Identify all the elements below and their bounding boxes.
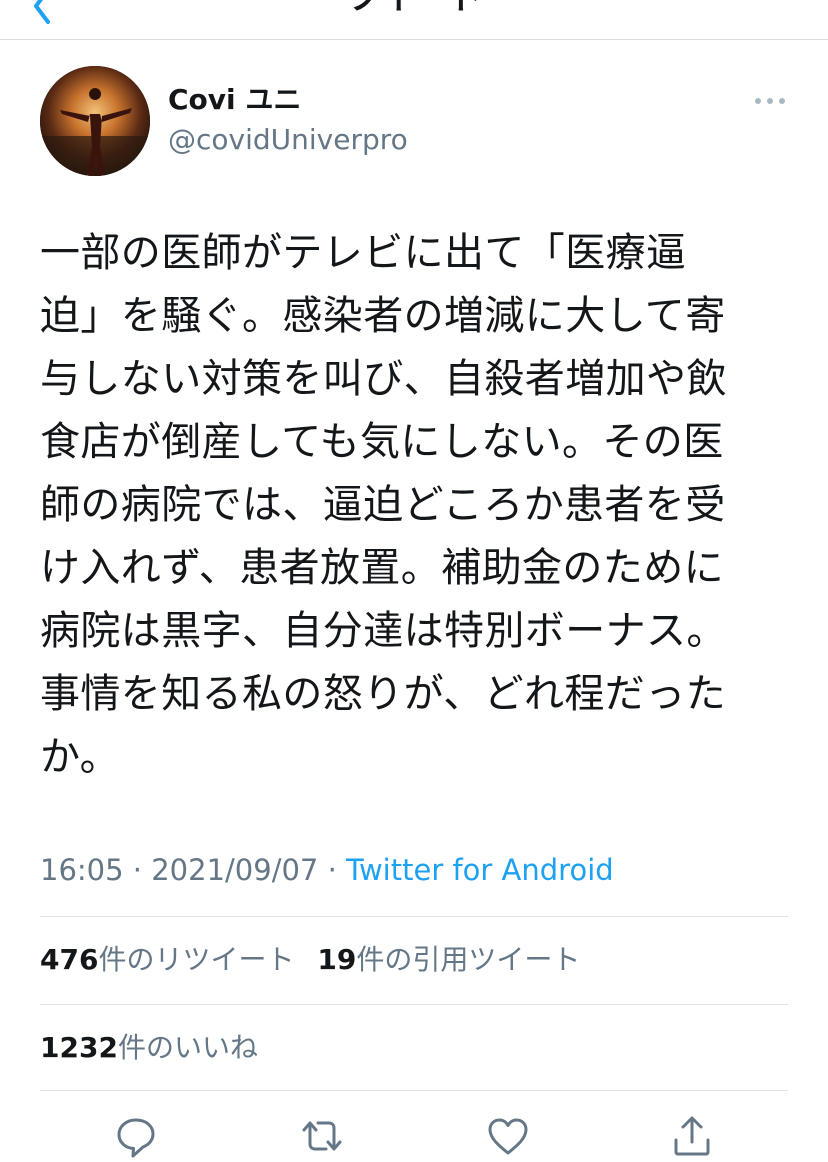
avatar[interactable] — [40, 66, 150, 176]
heart-icon — [488, 1118, 528, 1155]
tweet-date: 2021/09/07 — [151, 853, 319, 887]
share-icon — [674, 1116, 710, 1156]
retweet-icon — [302, 1121, 342, 1151]
retweet-stats-row: 476件のリツイート 19件の引用ツイート — [40, 940, 788, 980]
author-handle[interactable]: @covidUniverpro — [168, 122, 408, 158]
meta-separator: · — [123, 853, 152, 887]
reply-icon — [117, 1118, 155, 1158]
retweet-button[interactable] — [298, 1112, 346, 1160]
tweet-meta: 16:05 · 2021/09/07 · Twitter for Android — [40, 850, 790, 890]
tweet-time: 16:05 — [40, 853, 124, 887]
share-button[interactable] — [668, 1112, 716, 1160]
retweets-count: 476 — [40, 943, 99, 976]
retweets-stat[interactable]: 476件のリツイート — [40, 940, 294, 980]
likes-count: 1232 — [40, 1031, 118, 1064]
likes-label: 件のいいね — [117, 1031, 258, 1064]
more-options-button[interactable] — [750, 86, 790, 116]
quotes-count: 19 — [317, 943, 357, 976]
quotes-stat[interactable]: 19件の引用ツイート — [317, 940, 580, 980]
likes-stats-row: 1232件のいいね — [40, 1028, 788, 1068]
more-dots-icon — [755, 98, 785, 104]
meta-separator: · — [318, 853, 347, 887]
reply-button[interactable] — [112, 1112, 160, 1160]
divider — [40, 916, 788, 917]
retweets-label: 件のリツイート — [98, 943, 295, 976]
author-name[interactable]: Covi ユニ — [168, 82, 301, 118]
quotes-label: 件の引用ツイート — [356, 943, 581, 976]
tweet-detail-page: ツイート Covi ユニ @covidUniverpro — [0, 0, 828, 1162]
divider — [40, 1090, 788, 1091]
navigation-bar: ツイート — [0, 0, 828, 40]
avatar-image — [40, 66, 150, 176]
like-button[interactable] — [484, 1112, 532, 1160]
tweet-source-link[interactable]: Twitter for Android — [346, 853, 614, 887]
page-title: ツイート — [0, 0, 828, 18]
tweet-text: 一部の医師がテレビに出て「医療逼 迫」を騒ぐ。感染者の増減に大して寄 与しない対… — [40, 230, 727, 780]
likes-stat[interactable]: 1232件のいいね — [40, 1028, 258, 1068]
divider — [40, 1004, 788, 1005]
